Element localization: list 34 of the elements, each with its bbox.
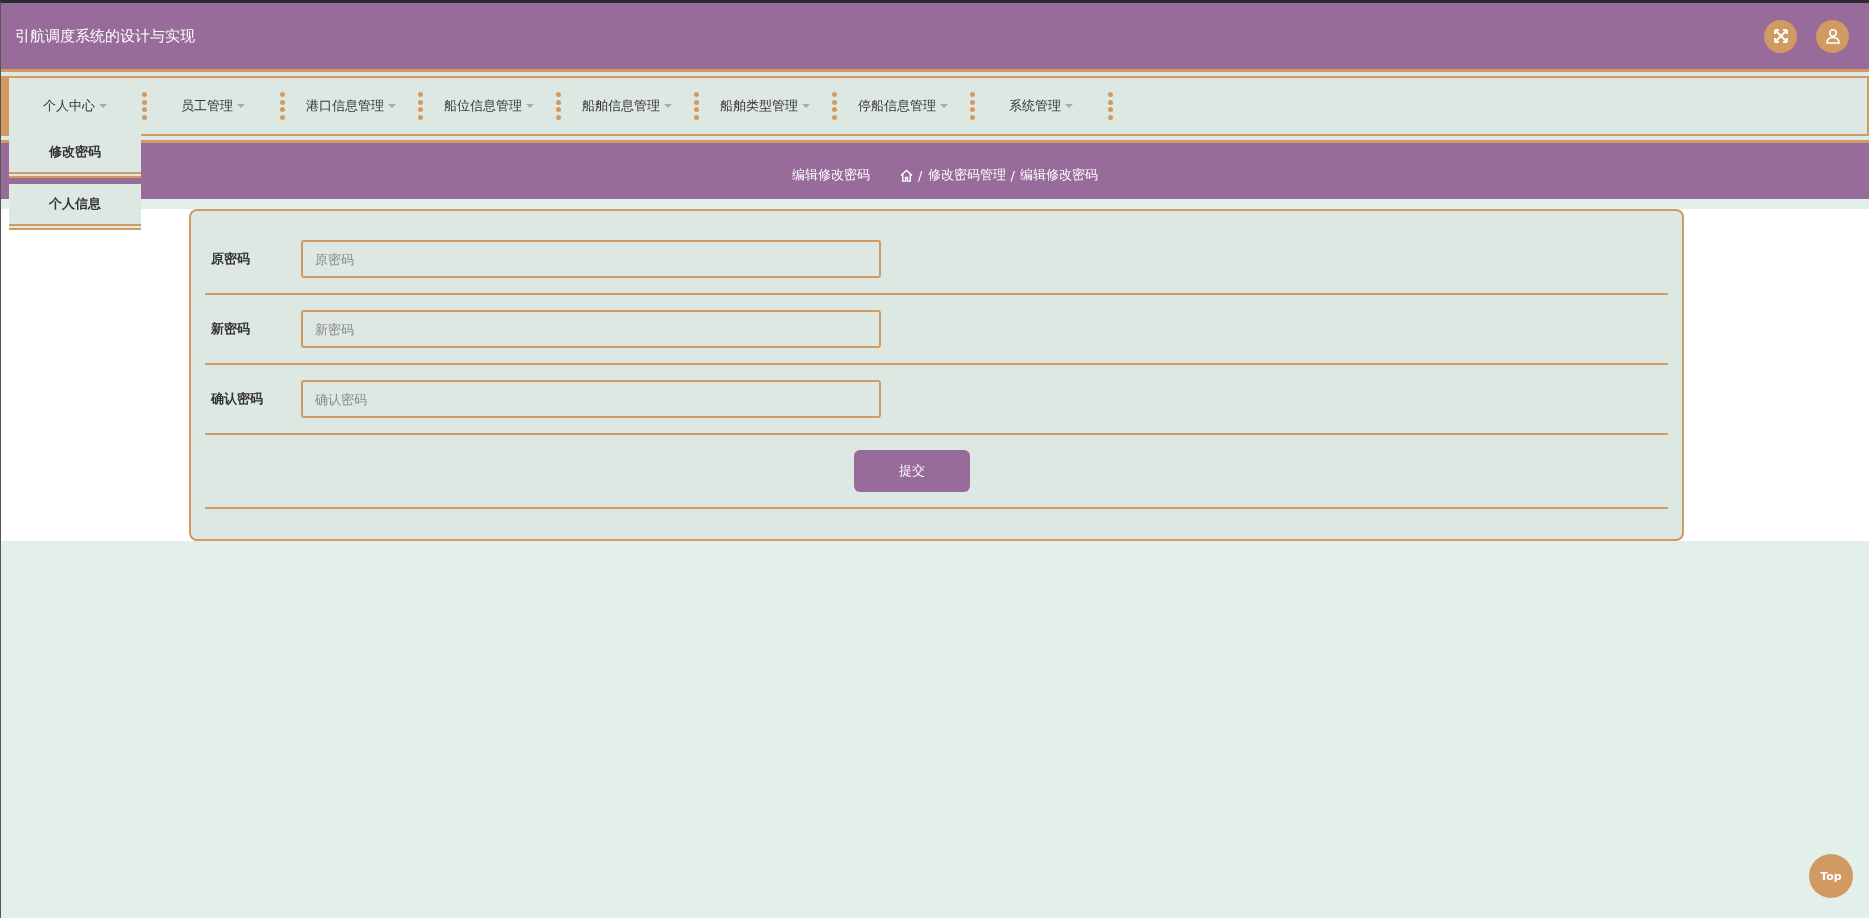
caret-icon [1065, 104, 1073, 108]
submenu-item[interactable]: 修改密码 [9, 132, 141, 178]
caret-icon [526, 104, 534, 108]
submit-button[interactable]: 提交 [853, 450, 970, 492]
home-icon[interactable] [900, 168, 914, 182]
caret-icon [940, 104, 948, 108]
nav-menu-item[interactable]: 船舶类型管理 [701, 91, 829, 121]
password-field[interactable]: 新密码 [301, 310, 881, 348]
nav-menu-item[interactable]: 系统管理 [977, 91, 1105, 121]
caret-icon [388, 104, 396, 108]
app-title: 引航调度系统的设计与实现 [15, 26, 195, 46]
field-label: 确认密码 [209, 390, 264, 408]
nav-menu-item[interactable]: 船位信息管理 [425, 91, 553, 121]
caret-icon [664, 104, 672, 108]
caret-icon [802, 104, 810, 108]
nav-menu-item[interactable]: 员工管理 [149, 91, 277, 121]
password-field[interactable]: 原密码 [301, 240, 881, 278]
nav-menu-item[interactable]: 个人中心 [11, 91, 139, 121]
caret-icon [99, 104, 107, 108]
field-label: 新密码 [210, 320, 251, 338]
caret-icon [237, 104, 245, 108]
breadcrumb-separator: / [918, 167, 923, 183]
breadcrumb-separator: / [1010, 167, 1015, 183]
fullscreen-icon[interactable] [1764, 19, 1797, 53]
breadcrumb-item: 编辑修改密码 [1019, 166, 1098, 184]
field-label: 原密码 [210, 250, 251, 268]
submenu-item[interactable]: 个人信息 [9, 184, 141, 230]
breadcrumb-item[interactable]: 修改密码管理 [927, 166, 1006, 184]
page-title: 编辑修改密码 [792, 166, 871, 184]
password-field[interactable]: 确认密码 [301, 380, 881, 418]
nav-menu-item[interactable]: 港口信息管理 [287, 91, 415, 121]
user-icon[interactable] [1816, 19, 1849, 53]
nav-menu-item[interactable]: 船舶信息管理 [563, 91, 691, 121]
nav-menu-item[interactable]: 停船信息管理 [839, 91, 967, 121]
